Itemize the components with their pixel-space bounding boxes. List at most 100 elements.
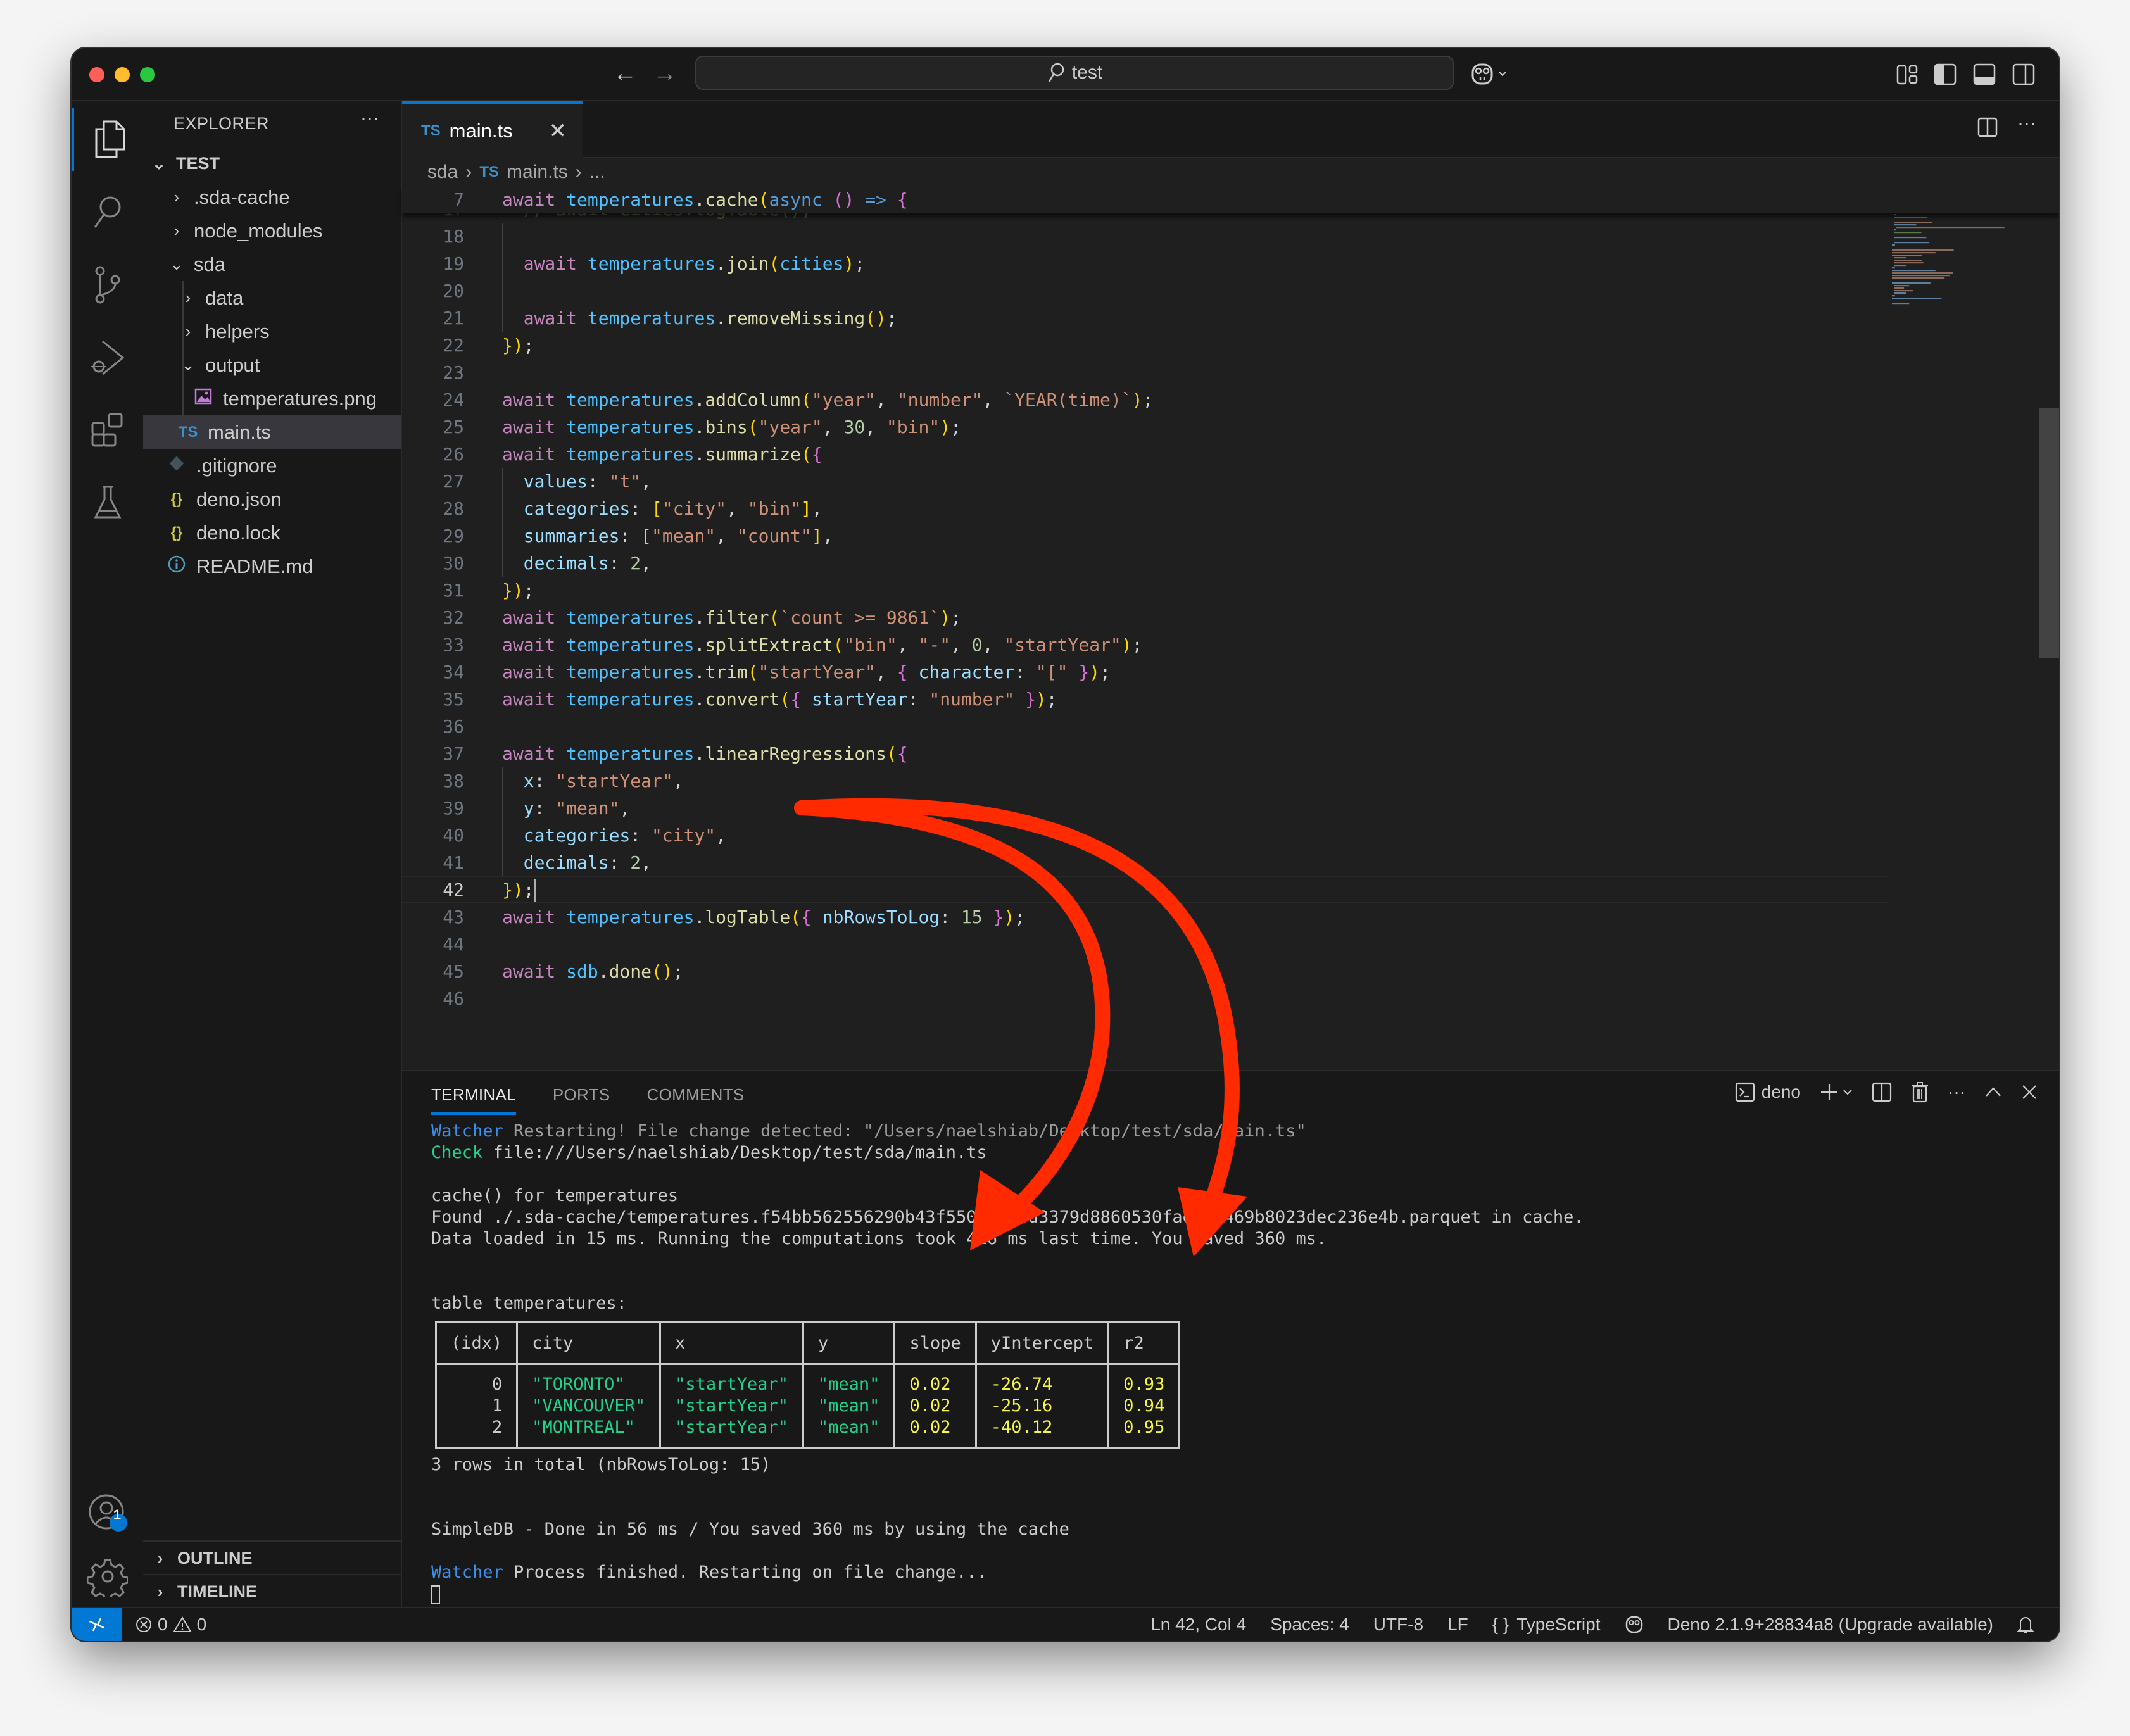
code-line[interactable]: 34 await temperatures.trim("startYear", {…: [402, 658, 2059, 686]
extensions-icon[interactable]: [72, 399, 143, 462]
code-line[interactable]: 28 categories: ["city", "bin"],: [402, 495, 2059, 522]
code-line[interactable]: 45 await sdb.done();: [402, 958, 2059, 985]
tree-item-temperatures-png[interactable]: temperatures.png: [143, 382, 401, 415]
encoding[interactable]: UTF-8: [1373, 1614, 1423, 1635]
explorer-icon[interactable]: [72, 108, 143, 171]
cursor-position[interactable]: Ln 42, Col 4: [1150, 1614, 1246, 1635]
terminal-output[interactable]: Watcher Restarting! File change detected…: [431, 1121, 2034, 1605]
outline-section[interactable]: › OUTLINE: [143, 1540, 401, 1575]
code-line[interactable]: 21 await temperatures.removeMissing();: [402, 305, 2059, 332]
breadcrumb-symbol[interactable]: ...: [589, 161, 605, 183]
trash-icon[interactable]: [1911, 1081, 1929, 1103]
editor-scrollbar-thumb[interactable]: [2039, 408, 2059, 658]
toggle-panel-icon[interactable]: [1972, 62, 1996, 86]
code-line[interactable]: 43 await temperatures.logTable({ nbRowsTo…: [402, 903, 2059, 931]
chevron-down-icon: ⌄: [170, 255, 184, 274]
code-line[interactable]: 26 await temperatures.summarize({: [402, 441, 2059, 468]
code-line[interactable]: 22});: [402, 332, 2059, 359]
tree-item-gitignore[interactable]: .gitignore: [143, 449, 401, 482]
tree-item-deno-json[interactable]: {} deno.json: [143, 482, 401, 516]
command-center-search[interactable]: test: [695, 56, 1454, 90]
tab-ports[interactable]: PORTS: [553, 1085, 610, 1115]
split-editor-icon[interactable]: [1977, 116, 1998, 141]
tree-item-sda-cache[interactable]: › .sda-cache: [143, 180, 401, 214]
code-line[interactable]: 25 await temperatures.bins("year", 30, "b…: [402, 413, 2059, 441]
code-line[interactable]: 24 await temperatures.addColumn("year", "…: [402, 386, 2059, 413]
tree-item-sda[interactable]: ⌄ sda: [143, 248, 401, 281]
code-line[interactable]: 20: [402, 277, 2059, 305]
code-line[interactable]: 35 await temperatures.convert({ startYear…: [402, 686, 2059, 713]
split-terminal-icon[interactable]: [1872, 1082, 1892, 1102]
tree-item-main-ts[interactable]: TS main.ts: [143, 415, 401, 449]
tab-terminal[interactable]: TERMINAL: [431, 1085, 516, 1115]
testing-icon[interactable]: [72, 472, 143, 535]
minimize-window-button[interactable]: [115, 67, 130, 82]
sticky-scroll-line[interactable]: 7 await temperatures.cache(async () => {: [402, 186, 2059, 213]
tab-main-ts[interactable]: TS main.ts ✕: [402, 101, 583, 158]
code-line[interactable]: 38 x: "startYear",: [402, 767, 2059, 795]
problems-indicator[interactable]: 0 0: [135, 1608, 206, 1641]
source-control-icon[interactable]: [72, 253, 143, 317]
tree-item-readme[interactable]: README.md: [143, 550, 401, 583]
forward-arrow-icon[interactable]: →: [653, 61, 677, 86]
code-line[interactable]: 40 categories: "city",: [402, 822, 2059, 849]
tree-item-output[interactable]: ⌄ output: [143, 348, 401, 382]
code-line[interactable]: 36: [402, 713, 2059, 740]
code-line[interactable]: 30 decimals: 2,: [402, 550, 2059, 577]
code-line[interactable]: 32 await temperatures.filter(`count >= 98…: [402, 604, 2059, 631]
tree-item-data[interactable]: › data: [143, 281, 401, 315]
minimap-line: [1894, 222, 1932, 223]
line-number: 28: [443, 498, 464, 520]
code-line[interactable]: 19 await temperatures.join(cities);: [402, 250, 2059, 277]
workspace-root[interactable]: ⌄ TEST: [143, 147, 401, 180]
close-panel-icon[interactable]: [2021, 1084, 2038, 1100]
code-editor[interactable]: 7 await temperatures.cache(async () => { 1…: [402, 186, 2059, 1070]
code-line[interactable]: 23: [402, 359, 2059, 386]
code-line[interactable]: 31});: [402, 577, 2059, 604]
code-line[interactable]: 18: [402, 223, 2059, 250]
toggle-primary-sidebar-icon[interactable]: [1933, 62, 1957, 86]
table-row: 2 "MONTREAL" "startYear" "mean" 0.02 -40…: [434, 1417, 1181, 1449]
new-terminal-button[interactable]: [1820, 1083, 1853, 1102]
back-arrow-icon[interactable]: ←: [613, 61, 637, 86]
copilot-status-icon[interactable]: [1625, 1615, 1644, 1634]
minimap-line: [1894, 232, 1922, 234]
settings-gear-icon[interactable]: [72, 1545, 143, 1608]
breadcrumb-folder[interactable]: sda: [427, 161, 458, 183]
terminal-selector[interactable]: deno: [1735, 1082, 1801, 1102]
code-line[interactable]: 29 summaries: ["mean", "count"],: [402, 522, 2059, 550]
editor-more-actions-icon[interactable]: ···: [2017, 113, 2036, 134]
maximize-window-button[interactable]: [140, 67, 155, 82]
remote-indicator[interactable]: [72, 1608, 122, 1641]
code-line[interactable]: 46: [402, 985, 2059, 1012]
breadcrumb-file[interactable]: main.ts: [507, 161, 568, 183]
line-endings[interactable]: LF: [1447, 1614, 1468, 1635]
accounts-icon[interactable]: 1: [72, 1481, 143, 1545]
tree-item-deno-lock[interactable]: {} deno.lock: [143, 516, 401, 550]
code-line[interactable]: 41 decimals: 2,: [402, 849, 2059, 876]
tree-item-helpers[interactable]: › helpers: [143, 315, 401, 348]
code-line[interactable]: 44: [402, 931, 2059, 958]
notifications-bell-icon[interactable]: [2017, 1615, 2034, 1634]
tab-comments[interactable]: COMMENTS: [646, 1085, 744, 1115]
search-icon[interactable]: [72, 180, 143, 244]
tree-item-node-modules[interactable]: › node_modules: [143, 214, 401, 248]
indentation[interactable]: Spaces: 4: [1270, 1614, 1349, 1635]
timeline-section[interactable]: › TIMELINE: [143, 1574, 401, 1608]
customize-layout-icon[interactable]: [1895, 62, 1919, 86]
toggle-secondary-sidebar-icon[interactable]: [2012, 62, 2036, 86]
close-window-button[interactable]: [89, 67, 104, 82]
close-icon[interactable]: ✕: [549, 118, 567, 144]
explorer-more-actions-icon[interactable]: ···: [360, 108, 379, 129]
code-line[interactable]: 27 values: "t",: [402, 468, 2059, 495]
code-line[interactable]: 42});: [402, 876, 2059, 903]
code-line[interactable]: 33 await temperatures.splitExtract("bin",…: [402, 631, 2059, 658]
code-line[interactable]: 37 await temperatures.linearRegressions({: [402, 740, 2059, 767]
panel-more-actions-icon[interactable]: ···: [1948, 1082, 1965, 1102]
code-line[interactable]: 39 y: "mean",: [402, 795, 2059, 822]
language-mode[interactable]: { } TypeScript: [1492, 1614, 1601, 1635]
deno-status[interactable]: Deno 2.1.9+28834a8 (Upgrade available): [1668, 1614, 1994, 1635]
maximize-panel-icon[interactable]: [1984, 1086, 2002, 1098]
copilot-icon[interactable]: [1471, 62, 1515, 86]
run-debug-icon[interactable]: [72, 326, 143, 389]
